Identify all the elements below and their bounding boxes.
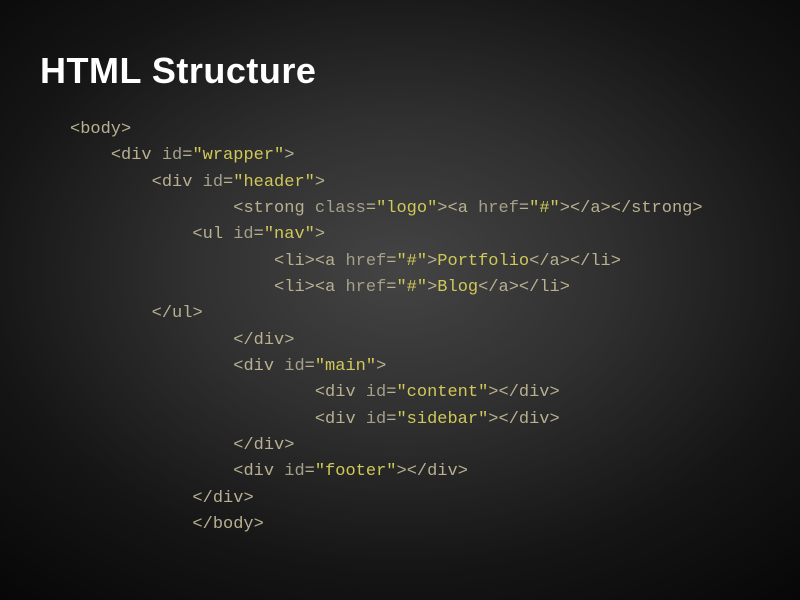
code-line-11: <div id="content"></div> — [315, 383, 560, 402]
code-line-14: <div id="footer"></div> — [233, 462, 468, 481]
code-line-9: </div> — [233, 331, 294, 350]
code-line-7: <li><a href="#">Blog</a></li> — [274, 278, 570, 297]
code-line-3: <div id="header"> — [152, 173, 325, 192]
code-line-16: </body> — [192, 515, 263, 534]
code-line-2: <div id="wrapper"> — [111, 146, 295, 165]
code-line-6: <li><a href="#">Portfolio</a></li> — [274, 252, 621, 271]
code-line-1: <body> — [70, 120, 131, 139]
code-line-12: <div id="sidebar"></div> — [315, 410, 560, 429]
code-line-10: <div id="main"> — [233, 357, 386, 376]
code-line-4: <strong class="logo"><a href="#"></a></s… — [233, 199, 702, 218]
code-line-15: </div> — [192, 489, 253, 508]
code-line-5: <ul id="nav"> — [192, 225, 325, 244]
code-line-13: </div> — [233, 436, 294, 455]
slide: HTML Structure <body> <div id="wrapper">… — [0, 0, 800, 539]
slide-title: HTML Structure — [40, 50, 760, 92]
code-block: <body> <div id="wrapper"> <div id="heade… — [70, 117, 760, 539]
code-line-8: </ul> — [152, 304, 203, 323]
